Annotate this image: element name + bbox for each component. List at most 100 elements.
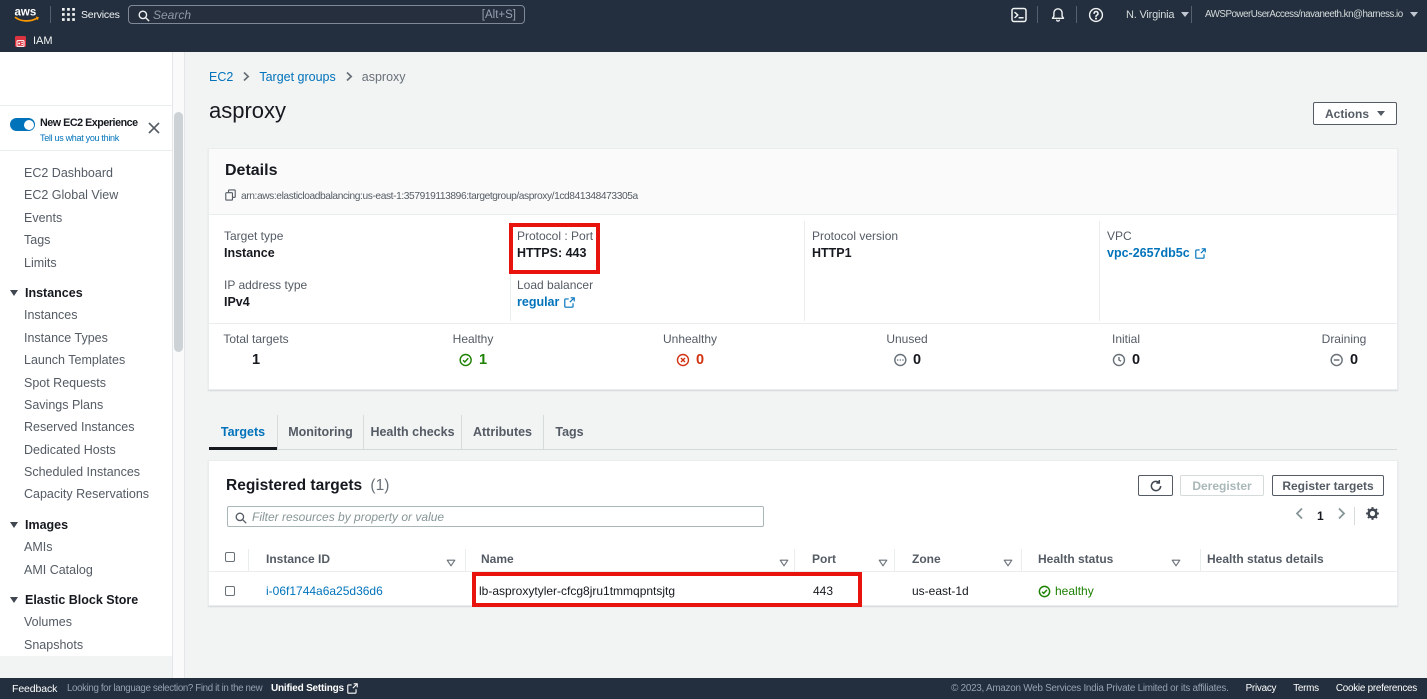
search-input[interactable]: [153, 6, 453, 23]
arn-text: arn:aws:elasticloadbalancing:us-east-1:3…: [241, 191, 638, 202]
gear-icon[interactable]: [1365, 506, 1380, 526]
unified-settings-label: Unified Settings: [271, 683, 344, 694]
details-header: Details arn:aws:elasticloadbalancing:us-…: [209, 149, 1397, 215]
sidebar-item-ec2-global-view[interactable]: EC2 Global View: [0, 184, 172, 206]
sidebar-item-scheduled-instances[interactable]: Scheduled Instances: [0, 461, 172, 483]
previous-page-icon[interactable]: [1295, 507, 1304, 525]
column-divider: [1200, 549, 1201, 571]
close-icon[interactable]: [148, 121, 160, 133]
feedback-link[interactable]: Feedback: [12, 683, 57, 695]
sidebar-item-events[interactable]: Events: [0, 207, 172, 229]
breadcrumb-ec2[interactable]: EC2: [209, 70, 233, 84]
unified-settings-link[interactable]: Unified Settings: [271, 683, 358, 694]
next-page-icon[interactable]: [1337, 507, 1346, 525]
field-value[interactable]: vpc-2657db5c: [1107, 246, 1206, 260]
page-title: asproxy: [209, 98, 286, 124]
column-divider: [248, 549, 249, 571]
terms-link[interactable]: Terms: [1293, 683, 1319, 694]
footer: Feedback Looking for language selection?…: [0, 678, 1427, 699]
global-search[interactable]: [Alt+S]: [128, 5, 525, 24]
sort-icon[interactable]: [878, 554, 888, 572]
privacy-link[interactable]: Privacy: [1246, 683, 1277, 694]
column-header-port[interactable]: Port: [812, 552, 836, 566]
sidebar-item-ami-catalog[interactable]: AMI Catalog: [0, 559, 172, 581]
sidebar-item-instance-types[interactable]: Instance Types: [0, 327, 172, 349]
sidebar-item-savings-plans[interactable]: Savings Plans: [0, 394, 172, 416]
sidebar-item-launch-templates[interactable]: Launch Templates: [0, 349, 172, 371]
cloudshell-icon[interactable]: [1011, 7, 1027, 23]
column-header-zone[interactable]: Zone: [912, 552, 941, 566]
tab-health-checks[interactable]: Health checks: [363, 415, 461, 449]
sort-icon[interactable]: [1003, 554, 1013, 572]
sidebar-item-ec2-dashboard[interactable]: EC2 Dashboard: [0, 162, 172, 184]
page-number[interactable]: 1: [1317, 509, 1324, 523]
copyright: © 2023, Amazon Web Services India Privat…: [951, 683, 1229, 694]
new-experience-toggle[interactable]: [10, 118, 35, 131]
sidebar-item-instances[interactable]: Instances: [0, 304, 172, 326]
region-label: N. Virginia: [1126, 9, 1174, 21]
nav-divider: [1076, 6, 1077, 23]
chevron-down-icon: [1410, 12, 1418, 17]
notifications-bell-icon[interactable]: [1050, 7, 1066, 23]
tab-attributes[interactable]: Attributes: [461, 415, 543, 449]
aws-logo[interactable]: aws: [14, 5, 42, 29]
region-selector[interactable]: N. Virginia: [1126, 0, 1189, 29]
cell-instance-id[interactable]: i-06f1744a6a25d36d6: [266, 584, 383, 598]
tab-monitoring[interactable]: Monitoring: [277, 415, 363, 449]
actions-button[interactable]: Actions: [1313, 102, 1397, 125]
sidebar-scrollbar[interactable]: [172, 52, 185, 678]
filter-box[interactable]: [227, 506, 764, 527]
sidebar-item-amis[interactable]: AMIs: [0, 536, 172, 558]
field-label: Load balancer: [517, 278, 593, 292]
sidebar-item-tags[interactable]: Tags: [0, 229, 172, 251]
row-checkbox[interactable]: [225, 586, 235, 596]
tab-tags[interactable]: Tags: [543, 415, 595, 449]
breadcrumb: EC2 Target groups asproxy: [209, 69, 406, 84]
nav-divider: [1037, 6, 1038, 23]
tab-targets[interactable]: Targets: [209, 415, 277, 449]
refresh-button[interactable]: [1138, 475, 1173, 496]
stat-draining: Draining0: [1322, 332, 1367, 368]
sidebar: New EC2 Experience Tell us what you thin…: [0, 52, 172, 656]
sidebar-item-limits[interactable]: Limits: [0, 252, 172, 274]
breadcrumb-target-groups[interactable]: Target groups: [259, 70, 335, 84]
deregister-button[interactable]: Deregister: [1180, 475, 1264, 496]
nav-divider: [1191, 6, 1192, 23]
register-targets-button[interactable]: Register targets: [1272, 475, 1384, 496]
sidebar-item-dedicated-hosts[interactable]: Dedicated Hosts: [0, 439, 172, 461]
sidebar-item-spot-requests[interactable]: Spot Requests: [0, 372, 172, 394]
sort-icon[interactable]: [1171, 554, 1181, 572]
sidebar-item-volumes[interactable]: Volumes: [0, 611, 172, 633]
pinned-service-iam[interactable]: IAM: [15, 34, 53, 48]
copy-icon[interactable]: [225, 189, 236, 204]
column-divider: [794, 549, 795, 571]
sort-icon[interactable]: [446, 554, 456, 572]
column-header-instance-id[interactable]: Instance ID: [266, 552, 330, 566]
language-hint: Looking for language selection? Find it …: [67, 683, 262, 694]
sort-icon[interactable]: [779, 554, 789, 572]
sidebar-item-reserved-instances[interactable]: Reserved Instances: [0, 416, 172, 438]
cookie-preferences-link[interactable]: Cookie preferences: [1336, 683, 1417, 694]
column-header-health-status[interactable]: Health status: [1038, 552, 1113, 566]
stat-label: Unused: [886, 332, 927, 346]
filter-input[interactable]: [252, 507, 752, 526]
scrollbar-thumb[interactable]: [174, 112, 183, 352]
field-label: IP address type: [224, 278, 307, 292]
help-icon[interactable]: [1088, 7, 1104, 23]
select-all-checkbox[interactable]: [225, 552, 235, 562]
column-divider: [465, 549, 466, 571]
sidebar-item-capacity-reservations[interactable]: Capacity Reservations: [0, 483, 172, 505]
column-header-name[interactable]: Name: [481, 552, 514, 566]
column-divider: [1099, 221, 1100, 321]
annotation-box-protocol-port: [509, 223, 600, 274]
new-experience-feedback-link[interactable]: Tell us what you think: [40, 133, 119, 143]
sidebar-item-snapshots[interactable]: Snapshots: [0, 634, 172, 656]
account-menu[interactable]: AWSPowerUserAccess/navaneeth.kn@harness.…: [1205, 0, 1418, 29]
column-header-health-status-details[interactable]: Health status details: [1207, 552, 1324, 566]
sidebar-nav: EC2 DashboardEC2 Global ViewEventsTagsLi…: [0, 162, 172, 656]
stat-unhealthy: Unhealthy0: [663, 332, 717, 368]
field-value: IPv4: [224, 295, 250, 309]
field-value[interactable]: regular: [517, 295, 575, 309]
services-grid-icon[interactable]: [62, 8, 75, 26]
services-menu[interactable]: Services: [81, 0, 120, 29]
